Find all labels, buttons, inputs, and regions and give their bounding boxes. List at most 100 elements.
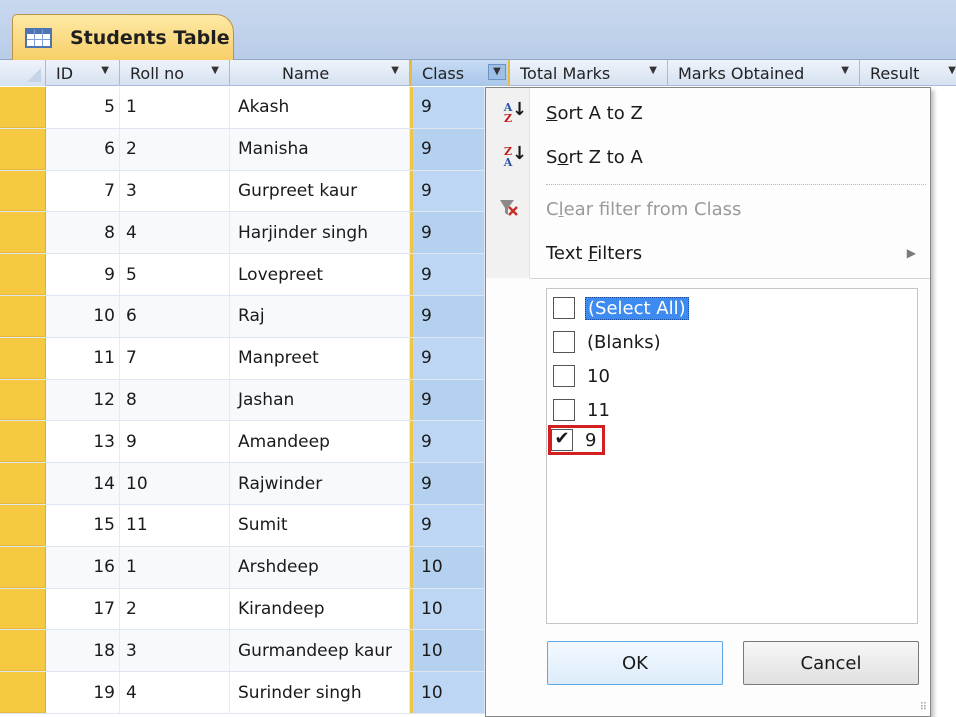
cell-class[interactable]: 9 [410, 379, 485, 421]
table-row[interactable]: 14 10 Rajwinder 9 [0, 463, 485, 505]
cell-id[interactable]: 18 [46, 630, 120, 672]
cell-class[interactable]: 10 [410, 630, 485, 672]
record-selector[interactable] [0, 546, 46, 588]
record-selector[interactable] [0, 630, 46, 672]
cell-id[interactable]: 11 [46, 337, 120, 379]
checkbox[interactable] [553, 365, 575, 387]
cell-id[interactable]: 10 [46, 295, 120, 337]
cell-roll-no[interactable]: 10 [120, 463, 230, 504]
cell-name[interactable]: Raj [230, 295, 410, 337]
cell-id[interactable]: 12 [46, 379, 120, 421]
cell-name[interactable]: Jashan [230, 379, 410, 421]
column-header-marks-obtained[interactable]: Marks Obtained ▼ [668, 60, 860, 86]
cancel-button[interactable]: Cancel [743, 641, 919, 685]
table-row[interactable]: 16 1 Arshdeep 10 [0, 546, 485, 589]
cell-class[interactable]: 9 [410, 254, 485, 295]
checklist-item-9[interactable]: ✔ 9 [548, 425, 606, 455]
cell-roll-no[interactable]: 1 [120, 546, 230, 588]
table-row[interactable]: 11 7 Manpreet 9 [0, 337, 485, 380]
cell-roll-no[interactable]: 5 [120, 254, 230, 295]
checkmark-icon[interactable]: ✔ [551, 429, 573, 451]
table-row[interactable]: 13 9 Amandeep 9 [0, 421, 485, 464]
record-selector[interactable] [0, 212, 46, 254]
menu-item-clear-filter[interactable]: Clear filter from Class [486, 190, 932, 228]
table-row[interactable]: 8 4 Harjinder singh 9 [0, 212, 485, 255]
cell-name[interactable]: Akash [230, 87, 410, 128]
cell-name[interactable]: Sumit [230, 504, 410, 546]
select-all-corner[interactable] [0, 60, 46, 86]
cell-class[interactable]: 9 [410, 295, 485, 337]
table-row[interactable]: 18 3 Gurmandeep kaur 10 [0, 630, 485, 673]
cell-id[interactable]: 17 [46, 588, 120, 630]
table-row[interactable]: 9 5 Lovepreet 9 [0, 254, 485, 296]
cell-id[interactable]: 15 [46, 504, 120, 546]
cell-class[interactable]: 9 [410, 87, 485, 128]
cell-roll-no[interactable]: 2 [120, 588, 230, 630]
dropdown-arrow-icon[interactable]: ▼ [841, 65, 849, 76]
cell-name[interactable]: Manpreet [230, 337, 410, 379]
cell-id[interactable]: 6 [46, 128, 120, 170]
record-selector[interactable] [0, 504, 46, 546]
cell-id[interactable]: 5 [46, 87, 120, 128]
cell-roll-no[interactable]: 11 [120, 504, 230, 546]
cell-name[interactable]: Surinder singh [230, 672, 410, 713]
checkbox[interactable] [553, 331, 575, 353]
dropdown-arrow-icon[interactable]: ▼ [948, 65, 956, 76]
cell-name[interactable]: Kirandeep [230, 588, 410, 630]
cell-roll-no[interactable]: 9 [120, 421, 230, 463]
cell-class[interactable]: 9 [410, 128, 485, 170]
cell-class[interactable]: 9 [410, 212, 485, 254]
record-selector[interactable] [0, 379, 46, 421]
record-selector[interactable] [0, 254, 46, 295]
filter-value-checklist[interactable]: (Select All) (Blanks) 10 11 ✔ 9 [546, 288, 918, 624]
cell-id[interactable]: 8 [46, 212, 120, 254]
cell-id[interactable]: 19 [46, 672, 120, 713]
record-selector[interactable] [0, 588, 46, 630]
cell-name[interactable]: Manisha [230, 128, 410, 170]
record-selector[interactable] [0, 463, 46, 504]
column-header-name[interactable]: Name ▼ [230, 60, 410, 86]
cell-name[interactable]: Rajwinder [230, 463, 410, 504]
table-row[interactable]: 7 3 Gurpreet kaur 9 [0, 170, 485, 213]
cell-roll-no[interactable]: 3 [120, 630, 230, 672]
cell-roll-no[interactable]: 8 [120, 379, 230, 421]
menu-item-sort-a-to-z[interactable]: A Z ↓ Sort A to Z [486, 94, 932, 132]
checklist-item-11[interactable]: 11 [553, 395, 612, 425]
cell-id[interactable]: 14 [46, 463, 120, 504]
checklist-item-blanks[interactable]: (Blanks) [553, 327, 663, 357]
record-selector[interactable] [0, 170, 46, 212]
dropdown-arrow-icon[interactable]: ▼ [391, 65, 399, 76]
table-row[interactable]: 10 6 Raj 9 [0, 295, 485, 338]
cell-roll-no[interactable]: 6 [120, 295, 230, 337]
table-row[interactable]: 5 1 Akash 9 [0, 87, 485, 129]
cell-class[interactable]: 9 [410, 504, 485, 546]
cell-class[interactable]: 9 [410, 421, 485, 463]
record-selector[interactable] [0, 87, 46, 128]
cell-roll-no[interactable]: 2 [120, 128, 230, 170]
cell-class[interactable]: 9 [410, 170, 485, 212]
cell-roll-no[interactable]: 1 [120, 87, 230, 128]
menu-item-text-filters[interactable]: Text Filters ▶ [486, 234, 932, 272]
cell-name[interactable]: Gurpreet kaur [230, 170, 410, 212]
cell-class[interactable]: 10 [410, 546, 485, 588]
cell-id[interactable]: 9 [46, 254, 120, 295]
cell-name[interactable]: Amandeep [230, 421, 410, 463]
dropdown-arrow-icon[interactable]: ▼ [211, 65, 219, 76]
dropdown-arrow-icon[interactable]: ▼ [488, 64, 506, 80]
checkbox[interactable] [553, 297, 575, 319]
table-row[interactable]: 6 2 Manisha 9 [0, 128, 485, 171]
cell-class[interactable]: 9 [410, 337, 485, 379]
column-header-class[interactable]: Class ▼ [410, 60, 510, 86]
checklist-item-select-all[interactable]: (Select All) [553, 293, 689, 323]
cell-roll-no[interactable]: 7 [120, 337, 230, 379]
cell-class[interactable]: 10 [410, 672, 485, 713]
cell-class[interactable]: 9 [410, 463, 485, 504]
cell-roll-no[interactable]: 3 [120, 170, 230, 212]
record-selector[interactable] [0, 337, 46, 379]
record-selector[interactable] [0, 421, 46, 463]
table-row[interactable]: 12 8 Jashan 9 [0, 379, 485, 422]
cell-name[interactable]: Arshdeep [230, 546, 410, 588]
column-header-result[interactable]: Result ▼ [860, 60, 956, 86]
cell-roll-no[interactable]: 4 [120, 212, 230, 254]
record-selector[interactable] [0, 295, 46, 337]
